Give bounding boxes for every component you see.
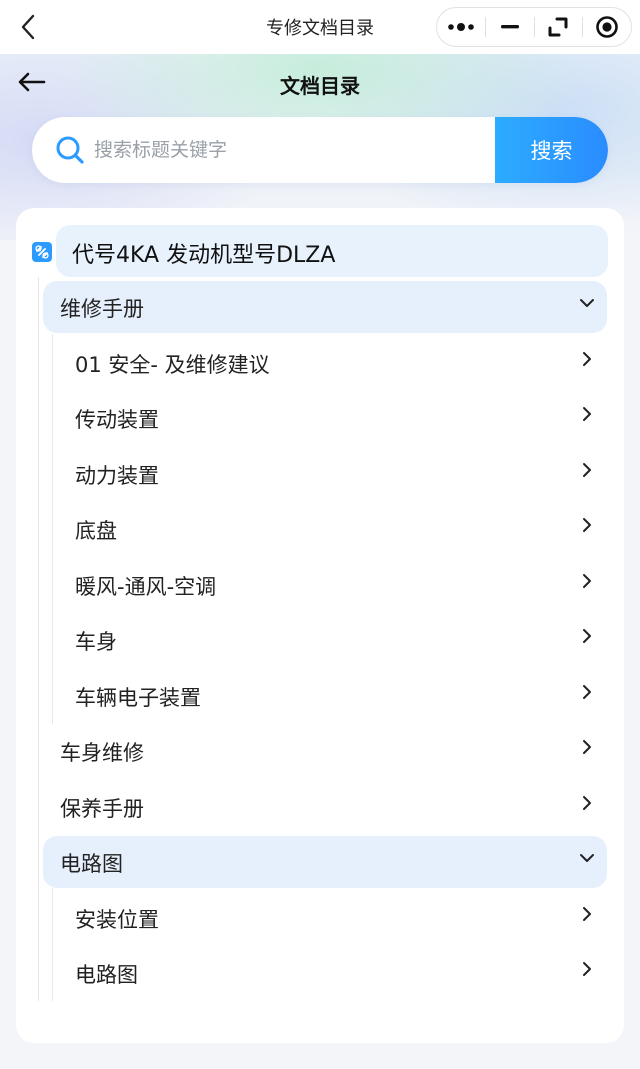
chevron-right-icon (583, 518, 591, 532)
tree-section-service-manual[interactable]: 保养手册 (43, 781, 607, 833)
chevron-right-icon (583, 352, 591, 366)
chevron-right-icon (583, 796, 591, 810)
search-button[interactable]: 搜索 (495, 117, 608, 183)
tree-section-label: 电路图 (60, 852, 123, 876)
target-icon (596, 16, 618, 38)
system-title-bar: 专修文档目录 (0, 0, 640, 54)
search-icon (54, 134, 86, 166)
tree-item[interactable]: 01 安全- 及维修建议 (57, 337, 607, 389)
chevron-left-icon (21, 14, 35, 40)
tree-section-wiring-diagram[interactable]: 电路图 (43, 836, 607, 888)
tree-item[interactable]: 底盘 (57, 503, 607, 555)
tree-item-label: 底盘 (75, 519, 117, 543)
more-button[interactable] (437, 7, 485, 47)
tree-item[interactable]: 暖风-通风-空调 (57, 559, 607, 611)
page-back-button[interactable] (16, 68, 48, 96)
chevron-right-icon (583, 962, 591, 976)
chevron-right-icon (583, 907, 591, 921)
chevron-right-icon (583, 407, 591, 421)
tree-guide-line (52, 334, 53, 724)
tree-item[interactable]: 车身 (57, 614, 607, 666)
close-mini-program-button[interactable] (583, 7, 631, 47)
capsule-menu (436, 7, 632, 47)
tree-guide-line (52, 888, 53, 1001)
tree-item-label: 暖风-通风-空调 (75, 575, 217, 599)
tree-root-label: 代号4KA 发动机型号DLZA (72, 243, 336, 268)
arrow-left-icon (18, 72, 46, 92)
chevron-right-icon (583, 685, 591, 699)
page-title: 文档目录 (280, 74, 360, 98)
tree-section-label: 车身维修 (60, 741, 144, 765)
tree-section-maintenance-manual[interactable]: 维修手册 (43, 281, 607, 333)
tree-item[interactable]: 安装位置 (57, 892, 607, 944)
tree-item-label: 01 安全- 及维修建议 (75, 353, 270, 377)
tree-item[interactable]: 传动装置 (57, 392, 607, 444)
search-bar: 搜索 (32, 117, 608, 183)
chevron-right-icon (583, 629, 591, 643)
tree-item[interactable]: 车辆电子装置 (57, 670, 607, 722)
chevron-right-icon (583, 463, 591, 477)
tree-item[interactable]: 电路图 (57, 947, 607, 999)
tree-section-body-repair[interactable]: 车身维修 (43, 725, 607, 777)
tree-item-label: 车辆电子装置 (75, 686, 201, 710)
tree-item-label: 传动装置 (75, 408, 159, 432)
more-dots-icon (448, 23, 474, 31)
float-window-icon (548, 17, 568, 37)
floating-window-button[interactable] (534, 7, 582, 47)
minimize-button[interactable] (486, 7, 534, 47)
tree-item-label: 车身 (75, 630, 117, 654)
tree-item-label: 安装位置 (75, 908, 159, 932)
chevron-down-icon (580, 854, 594, 862)
minus-icon (500, 25, 519, 29)
tree-section-label: 维修手册 (60, 297, 144, 321)
chevron-right-icon (583, 740, 591, 754)
catalog-card: 代号4KA 发动机型号DLZA 维修手册 01 安全- 及维修建议 传动装置 动… (16, 208, 624, 1043)
tree-guide-line (38, 277, 39, 1001)
tree-item[interactable]: 动力装置 (57, 448, 607, 500)
chevron-right-icon (583, 574, 591, 588)
tree-item-label: 动力装置 (75, 464, 159, 488)
tree-root-node[interactable]: 代号4KA 发动机型号DLZA (56, 225, 608, 277)
page-header: 文档目录 (0, 56, 640, 110)
tree-section-label: 保养手册 (60, 797, 144, 821)
link-icon (32, 242, 52, 262)
search-input[interactable] (94, 117, 494, 183)
chevron-down-icon (580, 299, 594, 307)
system-back-button[interactable] (14, 12, 44, 42)
tree-item-label: 电路图 (75, 963, 138, 987)
